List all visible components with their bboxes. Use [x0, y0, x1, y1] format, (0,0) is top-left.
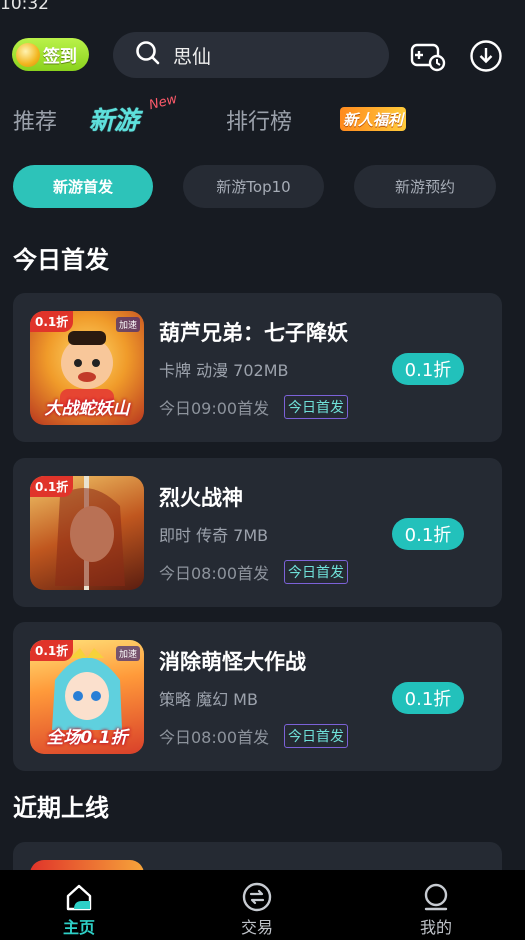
exchange-icon [242, 882, 272, 912]
game-cover: 0.1折 加速 大战蛇妖山 [30, 311, 144, 425]
search-input[interactable]: 思仙 [173, 42, 211, 69]
game-card[interactable]: 0.1折 加速 大战蛇妖山 葫芦兄弟：七子降妖 卡牌 动漫 702MB 今日09… [13, 293, 502, 442]
game-name: 烈火战神 [159, 486, 243, 510]
game-name: 消除萌怪大作战 [159, 650, 306, 674]
download-icon[interactable] [469, 39, 503, 73]
section-title-today: 今日首发 [13, 246, 109, 274]
nav-label: 我的 [419, 918, 452, 937]
discount-button[interactable]: 0.1折 [392, 353, 464, 385]
discount-button[interactable]: 0.1折 [392, 518, 464, 550]
section-title-upcoming: 近期上线 [13, 794, 109, 822]
game-card[interactable]: 0.1折 烈火战神 即时 传奇 7MB 今日08:00首发 今日首发 0.1折 [13, 458, 502, 607]
cover-corner-tag: 加速 [115, 317, 140, 332]
nav-profile[interactable]: 我的 [386, 870, 486, 938]
tab-ranking[interactable]: 排行榜 [226, 104, 292, 136]
checkin-label: 签到 [43, 47, 77, 67]
cover-text: 大战蛇妖山 [44, 399, 130, 419]
game-tags: 即时 传奇 7MB [159, 526, 269, 545]
nav-label: 交易 [240, 918, 273, 937]
chip-new-reserve[interactable]: 新游预约 [354, 165, 496, 208]
search-bar[interactable]: 思仙 [113, 32, 389, 78]
tab-newbie-welfare[interactable]: 新人福利 [340, 107, 406, 131]
coin-icon [16, 42, 40, 67]
today-release-badge: 今日首发 [284, 560, 348, 584]
nav-label: 主页 [62, 918, 95, 937]
release-time: 今日09:00首发 [159, 399, 270, 418]
cover-text: 全场0.1折 [46, 728, 128, 748]
game-card[interactable]: 0.1折 加速 全场0.1折 消除萌怪大作战 策略 魔幻 MB 今日08:00首… [13, 622, 502, 771]
cover-discount-badge: 0.1折 [30, 640, 74, 661]
profile-icon [421, 882, 451, 912]
chip-new-top10[interactable]: 新游Top10 [183, 165, 324, 208]
game-tags: 策略 魔幻 MB [159, 690, 258, 709]
game-name: 葫芦兄弟：七子降妖 [159, 321, 348, 345]
cover-discount-badge: 0.1折 [30, 311, 74, 332]
cover-corner-tag: 加速 [115, 646, 140, 661]
home-icon [64, 882, 94, 912]
today-release-badge: 今日首发 [284, 724, 348, 748]
status-time: 10:32 [0, 0, 49, 14]
bottom-nav: 主页 交易 我的 [0, 870, 525, 940]
game-history-icon[interactable] [410, 39, 446, 73]
release-time: 今日08:00首发 [159, 728, 270, 747]
chip-new-release[interactable]: 新游首发 [13, 165, 153, 208]
tab-new-games[interactable]: 新游 [89, 101, 139, 137]
game-cover: 0.1折 [30, 476, 144, 590]
game-cover: 0.1折 加速 全场0.1折 [30, 640, 144, 754]
game-tags: 卡牌 动漫 702MB [159, 361, 289, 380]
search-icon [135, 40, 161, 70]
today-release-badge: 今日首发 [284, 395, 348, 419]
checkin-button[interactable]: 签到 [12, 38, 89, 71]
discount-button[interactable]: 0.1折 [392, 682, 464, 714]
nav-trade[interactable]: 交易 [207, 870, 307, 938]
release-time: 今日08:00首发 [159, 564, 270, 583]
cover-discount-badge: 0.1折 [30, 476, 74, 497]
tab-recommend[interactable]: 推荐 [13, 104, 57, 136]
nav-home[interactable]: 主页 [29, 870, 129, 938]
new-tag: New [147, 91, 179, 114]
